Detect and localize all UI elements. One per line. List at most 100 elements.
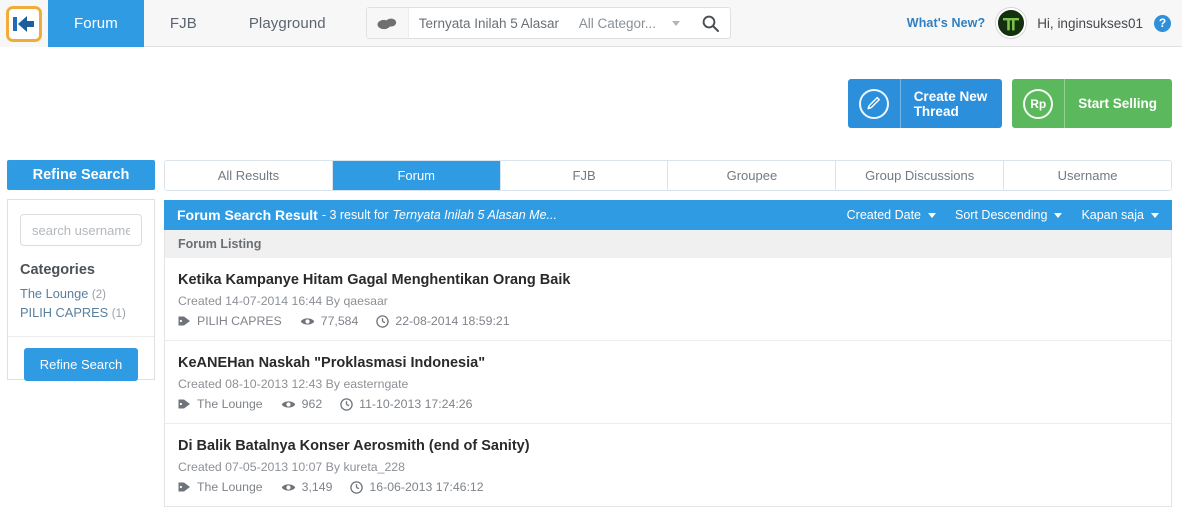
result-category-group[interactable]: The Lounge xyxy=(178,480,263,494)
result-views-group: 3,149 xyxy=(281,480,333,494)
search-result-count: - 3 result for xyxy=(322,208,389,222)
result-item[interactable]: Ketika Kampanye Hitam Gagal Menghentikan… xyxy=(165,258,1171,341)
search-icon xyxy=(702,15,719,32)
forum-listing-label: Forum Listing xyxy=(164,230,1172,258)
eye-icon xyxy=(281,399,296,410)
result-lastpost-group: 11-10-2013 17:24:26 xyxy=(340,397,472,411)
search-result-header: Forum Search Result - 3 result for Terny… xyxy=(164,200,1172,230)
logo-container[interactable] xyxy=(0,0,48,47)
refine-search-header-label: Refine Search xyxy=(33,167,130,183)
primary-nav: Forum FJB Playground xyxy=(48,0,352,46)
start-selling-button[interactable]: Rp Start Selling xyxy=(1012,79,1172,128)
sort-timeframe-dropdown[interactable]: Kapan saja xyxy=(1081,208,1159,222)
result-created: Created 08-10-2013 12:43 By easterngate xyxy=(178,377,1158,391)
refine-search-sidebar: Refine Search Categories The Lounge (2) … xyxy=(7,160,155,380)
refine-search-header[interactable]: Refine Search xyxy=(7,160,155,190)
avatar-image xyxy=(998,10,1024,36)
create-new-thread-button[interactable]: Create New Thread xyxy=(848,79,1003,128)
result-title[interactable]: Ketika Kampanye Hitam Gagal Menghentikan… xyxy=(178,271,1158,289)
tab-groupee[interactable]: Groupee xyxy=(668,161,836,190)
nav-item-forum[interactable]: Forum xyxy=(48,0,144,47)
help-icon[interactable]: ? xyxy=(1154,15,1171,32)
create-new-thread-label: Create New Thread xyxy=(901,89,1003,119)
kaskus-logo-icon[interactable] xyxy=(6,6,42,42)
cloud-icon[interactable] xyxy=(367,8,409,38)
result-category-group[interactable]: The Lounge xyxy=(178,397,263,411)
avatar[interactable] xyxy=(996,8,1026,38)
result-meta: The Lounge 962 xyxy=(178,397,1158,411)
search-category-dropdown[interactable]: All Categor... xyxy=(569,16,690,31)
sort-created-date-label: Created Date xyxy=(847,208,921,222)
result-created: Created 07-05-2013 10:07 By kureta_228 xyxy=(178,460,1158,474)
result-lastpost-group: 22-08-2014 18:59:21 xyxy=(376,314,509,328)
header-user-area: What's New? Hi, inginsukses01 ? xyxy=(907,0,1182,46)
result-views-count: 77,584 xyxy=(321,314,359,328)
category-item-count: (1) xyxy=(112,308,126,320)
rupiah-icon-circle: Rp xyxy=(1023,89,1053,119)
category-item-the-lounge[interactable]: The Lounge (2) xyxy=(20,285,142,304)
user-greeting[interactable]: Hi, inginsukses01 xyxy=(1037,16,1143,31)
tag-icon xyxy=(178,315,191,327)
clock-icon xyxy=(350,481,363,494)
result-meta: The Lounge 3,149 xyxy=(178,480,1158,494)
nav-item-forum-label: Forum xyxy=(74,15,118,32)
rupiah-icon: Rp xyxy=(1012,79,1064,128)
clock-glyph xyxy=(340,398,353,411)
tab-label: Group Discussions xyxy=(865,168,974,183)
tab-group-discussions[interactable]: Group Discussions xyxy=(836,161,1004,190)
refine-search-button[interactable]: Refine Search xyxy=(24,348,138,381)
result-item[interactable]: Di Balik Batalnya Konser Aerosmith (end … xyxy=(165,424,1171,506)
site-header: Forum FJB Playground All Categor... xyxy=(0,0,1182,47)
sort-created-date-dropdown[interactable]: Created Date xyxy=(847,208,936,222)
result-views-group: 77,584 xyxy=(300,314,359,328)
result-created: Created 14-07-2014 16:44 By qaesaar xyxy=(178,294,1158,308)
tab-label: Groupee xyxy=(727,168,778,183)
eye-glyph xyxy=(281,399,296,410)
results-list: Ketika Kampanye Hitam Gagal Menghentikan… xyxy=(164,258,1172,507)
tab-all-results[interactable]: All Results xyxy=(165,161,333,190)
tab-username[interactable]: Username xyxy=(1004,161,1171,190)
search-submit-button[interactable] xyxy=(690,8,730,38)
result-title[interactable]: KeANEHan Naskah "Proklasmasi Indonesia" xyxy=(178,354,1158,372)
result-views-count: 962 xyxy=(302,397,323,411)
clock-icon xyxy=(376,315,389,328)
page-root: Forum FJB Playground All Categor... xyxy=(0,0,1182,520)
clock-icon xyxy=(340,398,353,411)
search-input[interactable] xyxy=(409,16,569,31)
whats-new-link[interactable]: What's New? xyxy=(907,16,985,30)
chevron-down-icon xyxy=(1054,213,1062,218)
result-lastpost-date: 22-08-2014 18:59:21 xyxy=(395,314,509,328)
kaskus-k-glyph xyxy=(13,14,35,34)
pencil-icon-circle xyxy=(859,89,889,119)
result-lastpost-date: 16-06-2013 17:46:12 xyxy=(369,480,483,494)
nav-item-fjb[interactable]: FJB xyxy=(144,0,223,47)
result-title[interactable]: Di Balik Batalnya Konser Aerosmith (end … xyxy=(178,437,1158,455)
chevron-down-icon xyxy=(672,21,680,26)
result-meta: PILIH CAPRES 77,584 xyxy=(178,314,1158,328)
clock-glyph xyxy=(376,315,389,328)
search-username-input[interactable] xyxy=(20,214,142,246)
category-item-label: The Lounge xyxy=(20,286,88,301)
tag-icon xyxy=(178,481,191,493)
rupiah-icon-label: Rp xyxy=(1030,97,1046,111)
tag-icon xyxy=(178,398,191,410)
sort-direction-dropdown[interactable]: Sort Descending xyxy=(955,208,1062,222)
nav-item-fjb-label: FJB xyxy=(170,15,197,32)
chevron-down-icon xyxy=(1151,213,1159,218)
cloud-glyph xyxy=(377,17,397,30)
result-category-group[interactable]: PILIH CAPRES xyxy=(178,314,282,328)
nav-item-playground[interactable]: Playground xyxy=(223,0,352,47)
clock-glyph xyxy=(350,481,363,494)
result-category-label: PILIH CAPRES xyxy=(197,314,282,328)
tab-label: All Results xyxy=(218,168,279,183)
result-item[interactable]: KeANEHan Naskah "Proklasmasi Indonesia" … xyxy=(165,341,1171,424)
action-buttons: Create New Thread Rp Start Selling xyxy=(848,79,1172,128)
tab-forum[interactable]: Forum xyxy=(333,161,501,190)
result-tabs: All Results Forum FJB Groupee Group Disc… xyxy=(164,160,1172,191)
tab-label: Forum xyxy=(397,168,435,183)
tab-fjb[interactable]: FJB xyxy=(501,161,669,190)
refine-search-panel: Categories The Lounge (2) PILIH CAPRES (… xyxy=(7,199,155,380)
category-item-pilih-capres[interactable]: PILIH CAPRES (1) xyxy=(20,304,142,323)
sort-timeframe-label: Kapan saja xyxy=(1081,208,1144,222)
eye-glyph xyxy=(300,316,315,327)
